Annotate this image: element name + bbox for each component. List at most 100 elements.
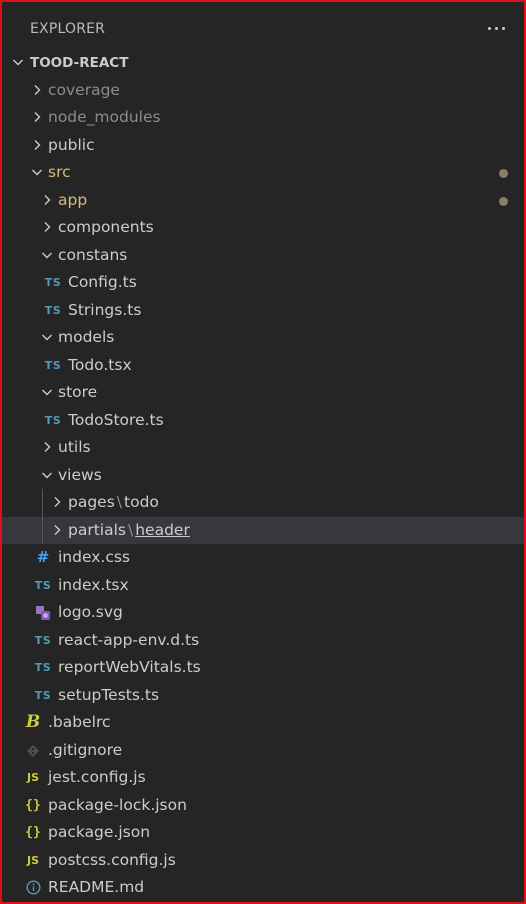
tree-file-strings-ts[interactable]: TS Strings.ts — [2, 297, 524, 325]
tree-folder-models[interactable]: models — [2, 324, 524, 352]
folder-label: src — [48, 163, 71, 181]
tree-file-index-css[interactable]: # index.css — [2, 544, 524, 572]
more-actions-icon[interactable] — [486, 18, 508, 38]
tree-folder-coverage[interactable]: coverage — [2, 77, 524, 105]
file-label: TodoStore.ts — [68, 410, 164, 429]
folder-label: constans — [58, 245, 128, 264]
tree-folder-node-modules[interactable]: node_modules — [2, 104, 524, 132]
file-label: postcss.config.js — [48, 850, 176, 869]
file-label: index.css — [58, 548, 131, 566]
typescript-icon: TS — [44, 303, 62, 317]
tree-folder-components[interactable]: components — [2, 214, 524, 242]
file-label: Todo.tsx — [68, 355, 132, 374]
tree-folder-partials-header[interactable]: partials \ header — [2, 516, 524, 545]
file-label: Strings.ts — [68, 300, 142, 319]
tree-file-todo-tsx[interactable]: TS Todo.tsx — [2, 352, 524, 380]
chevron-down-icon — [29, 159, 45, 187]
file-label: Config.ts — [68, 273, 137, 291]
info-icon — [23, 874, 43, 902]
tree-file-setup-tests[interactable]: TS setupTests.ts — [2, 682, 524, 710]
tree-folder-src[interactable]: src — [2, 159, 524, 187]
typescript-icon: TS — [34, 661, 52, 674]
folder-label: store — [58, 383, 98, 401]
file-label: package.json — [48, 823, 151, 841]
file-label: logo.svg — [58, 603, 123, 621]
folder-segment-pages[interactable]: pages — [68, 493, 115, 511]
file-label: react-app-env.d.ts — [58, 630, 200, 649]
tree-folder-pages-todo[interactable]: pages \ todo — [2, 489, 524, 517]
tree-folder-app[interactable]: app — [2, 187, 524, 215]
chevron-down-icon — [39, 242, 55, 270]
folder-label: node_modules — [48, 108, 161, 126]
modified-indicator — [499, 169, 508, 178]
tree-file-babelrc[interactable]: B .babelrc — [2, 709, 524, 737]
tree-file-gitignore[interactable]: .gitignore — [2, 737, 524, 765]
file-tree: TOOD-REACT coverage node_modules public — [2, 49, 524, 902]
tree-file-logo-svg[interactable]: logo.svg — [2, 599, 524, 627]
chevron-right-icon — [29, 132, 45, 160]
folder-label: public — [48, 135, 95, 154]
javascript-icon: JS — [26, 853, 39, 867]
json-icon: {} — [25, 825, 41, 840]
folder-label: utils — [58, 438, 91, 456]
file-label: .gitignore — [48, 740, 123, 759]
folder-label: components — [58, 218, 154, 236]
chevron-right-icon — [29, 77, 45, 105]
compact-folder-label: pages \ todo — [68, 489, 159, 517]
tree-file-report-web-vitals[interactable]: TS reportWebVitals.ts — [2, 654, 524, 682]
tree-root-folder[interactable]: TOOD-REACT — [2, 49, 524, 77]
folder-label: models — [58, 328, 115, 346]
chevron-right-icon — [49, 517, 65, 545]
tree-file-react-app-env[interactable]: TS react-app-env.d.ts — [2, 627, 524, 655]
tree-file-package-lock[interactable]: {} package-lock.json — [2, 792, 524, 820]
chevron-right-icon — [49, 489, 65, 517]
tree-file-jest-config[interactable]: JS jest.config.js — [2, 764, 524, 792]
tree-file-config-ts[interactable]: TS Config.ts — [2, 269, 524, 297]
file-label: README.md — [48, 878, 145, 896]
javascript-icon: JS — [26, 771, 39, 784]
chevron-down-icon — [10, 49, 26, 77]
folder-label: coverage — [48, 80, 120, 99]
tree-file-readme[interactable]: README.md — [2, 874, 524, 902]
chevron-down-icon — [39, 379, 55, 407]
file-label: reportWebVitals.ts — [58, 658, 201, 676]
tree-file-todostore-ts[interactable]: TS TodoStore.ts — [2, 407, 524, 435]
file-label: jest.config.js — [48, 768, 146, 786]
tree-file-postcss-config[interactable]: JS postcss.config.js — [2, 847, 524, 875]
folder-label: views — [58, 465, 102, 484]
chevron-right-icon — [39, 214, 55, 242]
explorer-header: EXPLORER — [2, 2, 524, 54]
file-label: setupTests.ts — [58, 685, 160, 704]
indent-guide — [42, 516, 43, 544]
tree-folder-constans[interactable]: constans — [2, 242, 524, 270]
chevron-down-icon — [39, 462, 55, 490]
tree-folder-utils[interactable]: utils — [2, 434, 524, 462]
tree-file-package-json[interactable]: {} package.json — [2, 819, 524, 847]
chevron-right-icon — [39, 434, 55, 462]
typescript-icon: TS — [34, 633, 52, 647]
folder-segment-todo[interactable]: todo — [124, 493, 159, 511]
root-folder-label: TOOD-REACT — [30, 55, 129, 71]
svg-image-icon — [33, 599, 53, 627]
indent-guide — [42, 489, 43, 517]
file-label: .babelrc — [48, 713, 111, 731]
chevron-right-icon — [39, 187, 55, 215]
tree-file-index-tsx[interactable]: TS index.tsx — [2, 572, 524, 600]
tree-folder-views[interactable]: views — [2, 462, 524, 490]
typescript-icon: TS — [44, 413, 62, 427]
folder-segment-partials[interactable]: partials — [68, 521, 126, 539]
typescript-icon: TS — [44, 276, 62, 289]
file-label: package-lock.json — [48, 795, 187, 814]
tree-folder-public[interactable]: public — [2, 132, 524, 160]
git-icon — [23, 737, 43, 765]
tree-folder-store[interactable]: store — [2, 379, 524, 407]
path-separator: \ — [127, 520, 134, 539]
json-icon: {} — [25, 797, 41, 813]
explorer-title: EXPLORER — [30, 21, 106, 37]
compact-folder-label: partials \ header — [68, 517, 190, 545]
path-separator: \ — [116, 493, 123, 511]
folder-segment-header[interactable]: header — [135, 521, 190, 539]
folder-label: app — [58, 190, 88, 209]
modified-indicator — [499, 196, 508, 206]
typescript-icon: TS — [34, 578, 52, 592]
